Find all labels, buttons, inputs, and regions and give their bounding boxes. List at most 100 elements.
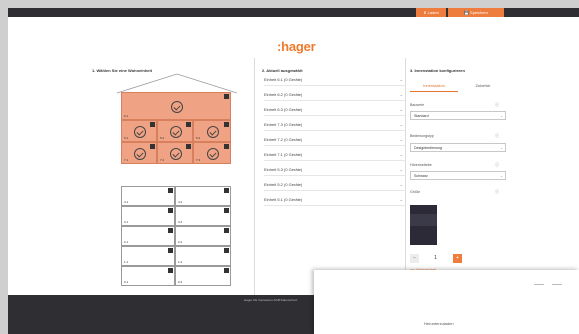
unit-label: 0.2 [178, 280, 183, 284]
field-size-label: Größe [410, 190, 421, 194]
unit-label: 5.1 [124, 136, 129, 140]
chevron-down-icon: ⌄ [499, 114, 503, 118]
unit-cell-4.1[interactable]: 4.1 [121, 186, 175, 206]
save-button[interactable]: 💾 Speichern [448, 8, 504, 17]
selected-unit-label: Einheit 5.1 (0 Geräte) [264, 197, 303, 202]
unit-device-icon [224, 144, 229, 149]
chevron-down-icon: ⌄ [499, 146, 503, 150]
unit-label: 4.1 [124, 200, 129, 204]
chevron-down-icon: ⌄ [399, 77, 403, 82]
chevron-down-icon: ⌄ [399, 92, 403, 97]
unit-cell-1.2[interactable]: 1.2 [175, 246, 231, 266]
color-select[interactable]: Schwarz ⌄ [410, 171, 506, 180]
check-circle-icon [207, 126, 219, 138]
unit-device-icon [168, 268, 173, 273]
section-title-configure: 3. Innenstation konfigurieren [410, 68, 465, 73]
unit-device-icon [150, 122, 155, 127]
unit-cell-5.1[interactable]: 5.1 [121, 120, 157, 142]
selected-unit-row[interactable]: Einheit 6.2 (0 Geräte) ⌄ [264, 89, 406, 101]
unit-cell-7.3[interactable]: 7.3 [193, 142, 231, 164]
unit-cell-5.3[interactable]: 5.3 [193, 120, 231, 142]
building-selector: 6.1 5.1 5.2 5.3 7.1 7.2 7.3 4.1 4.2 3.1 3.2 2.1 2.2 1… [115, 72, 239, 292]
section-title-selected: 2. Aktuell ausgewählt [262, 68, 303, 73]
unit-cell-0.1[interactable]: 0.1 [121, 266, 175, 286]
chevron-down-icon: ⌄ [399, 137, 403, 142]
selected-unit-row[interactable]: Einheit 7.2 (0 Geräte) ⌄ [264, 134, 406, 146]
series-select[interactable]: Standard ⌄ [410, 111, 506, 120]
unit-cell-5.2[interactable]: 5.2 [157, 120, 193, 142]
chevron-down-icon: ⌄ [399, 182, 403, 187]
selected-unit-row[interactable]: Einheit 6.1 (0 Geräte) ⌄ [264, 74, 406, 86]
unit-label: 7.3 [196, 158, 201, 162]
roof-outline [116, 73, 238, 94]
unit-cell-3.1[interactable]: 3.1 [121, 206, 175, 226]
selected-unit-row[interactable]: Einheit 5.1 (0 Geräte) ⌄ [264, 194, 406, 206]
selected-unit-row[interactable]: Einheit 5.2 (0 Geräte) ⌄ [264, 179, 406, 191]
operation-select[interactable]: Designbedienung ⌄ [410, 143, 506, 152]
product-image-screen [410, 214, 437, 226]
chevron-down-icon: ⌄ [399, 122, 403, 127]
check-circle-icon [170, 148, 182, 160]
quantity-decrement-button[interactable]: − [410, 254, 419, 263]
check-circle-icon [170, 126, 182, 138]
dialog-minimize-icon[interactable] [534, 284, 544, 285]
selected-unit-label: Einheit 5.3 (0 Geräte) [264, 167, 303, 172]
unit-label: 3.1 [124, 220, 129, 224]
tab-innenstation[interactable]: Innenstation [410, 81, 458, 92]
unit-label: 5.2 [160, 136, 165, 140]
info-icon[interactable]: ⓘ [495, 162, 499, 168]
selected-unit-label: Einheit 6.2 (0 Geräte) [264, 92, 303, 97]
unit-cell-1.1[interactable]: 1.1 [121, 246, 175, 266]
unit-device-icon [168, 248, 173, 253]
divider-left [254, 58, 255, 295]
info-icon[interactable]: ⓘ [495, 102, 499, 108]
selected-unit-row[interactable]: Einheit 6.3 (0 Geräte) ⌄ [264, 104, 406, 116]
color-select-value: Schwarz [414, 174, 428, 178]
unit-label: 5.3 [196, 136, 201, 140]
chevron-down-icon: ⌄ [399, 167, 403, 172]
quantity-increment-button[interactable]: + [453, 254, 462, 263]
footer-links[interactable]: Hager AG Impressum AGB Datenschutz [244, 298, 297, 302]
chevron-down-icon: ⌄ [399, 197, 403, 202]
check-circle-icon [171, 101, 183, 113]
tab-zubehoer[interactable]: Zubehör [459, 81, 507, 91]
unit-device-icon [224, 122, 229, 127]
dialog-title: Herunterzuladen [424, 321, 454, 326]
unit-label: 7.2 [160, 158, 165, 162]
unit-label: 2.2 [178, 240, 183, 244]
chevron-down-icon: ⌄ [399, 152, 403, 157]
unit-device-icon [168, 208, 173, 213]
selected-unit-label: Einheit 7.2 (0 Geräte) [264, 137, 303, 142]
unit-label: 4.2 [178, 200, 183, 204]
selected-unit-row[interactable]: Einheit 7.1 (0 Geräte) ⌄ [264, 149, 406, 161]
unit-cell-4.2[interactable]: 4.2 [175, 186, 231, 206]
selected-unit-label: Einheit 6.3 (0 Geräte) [264, 107, 303, 112]
unit-cell-0.2[interactable]: 0.2 [175, 266, 231, 286]
unit-cell-7.2[interactable]: 7.2 [157, 142, 193, 164]
dialog-close-icon[interactable] [552, 284, 562, 285]
unit-label: 6.1 [124, 114, 129, 118]
unit-device-icon [224, 94, 229, 99]
unit-label: 3.2 [178, 220, 183, 224]
unit-cell-3.2[interactable]: 3.2 [175, 206, 231, 226]
field-series-label: Bauserie [410, 103, 425, 107]
unit-cell-7.1[interactable]: 7.1 [121, 142, 157, 164]
unit-device-icon [224, 208, 229, 213]
unit-label: 0.1 [124, 280, 129, 284]
selected-unit-row[interactable]: Einheit 7.3 (0 Geräte) ⌄ [264, 119, 406, 131]
info-icon[interactable]: ⓘ [495, 189, 499, 195]
unit-device-icon [168, 228, 173, 233]
unit-cell-2.1[interactable]: 2.1 [121, 226, 175, 246]
load-button[interactable]: ⬇ Laden [416, 8, 446, 17]
selected-unit-row[interactable]: Einheit 5.3 (0 Geräte) ⌄ [264, 164, 406, 176]
unit-label: 1.1 [124, 260, 129, 264]
unit-cell-2.2[interactable]: 2.2 [175, 226, 231, 246]
unit-device-icon [186, 144, 191, 149]
quantity-input[interactable]: 1 [431, 254, 440, 263]
unit-cell-6.1[interactable]: 6.1 [121, 92, 231, 120]
unit-device-icon [224, 268, 229, 273]
info-icon[interactable]: ⓘ [495, 133, 499, 139]
top-bar: ⬇ Laden 💾 Speichern [8, 8, 579, 17]
series-select-value: Standard [414, 114, 429, 118]
operation-select-value: Designbedienung [414, 146, 442, 150]
